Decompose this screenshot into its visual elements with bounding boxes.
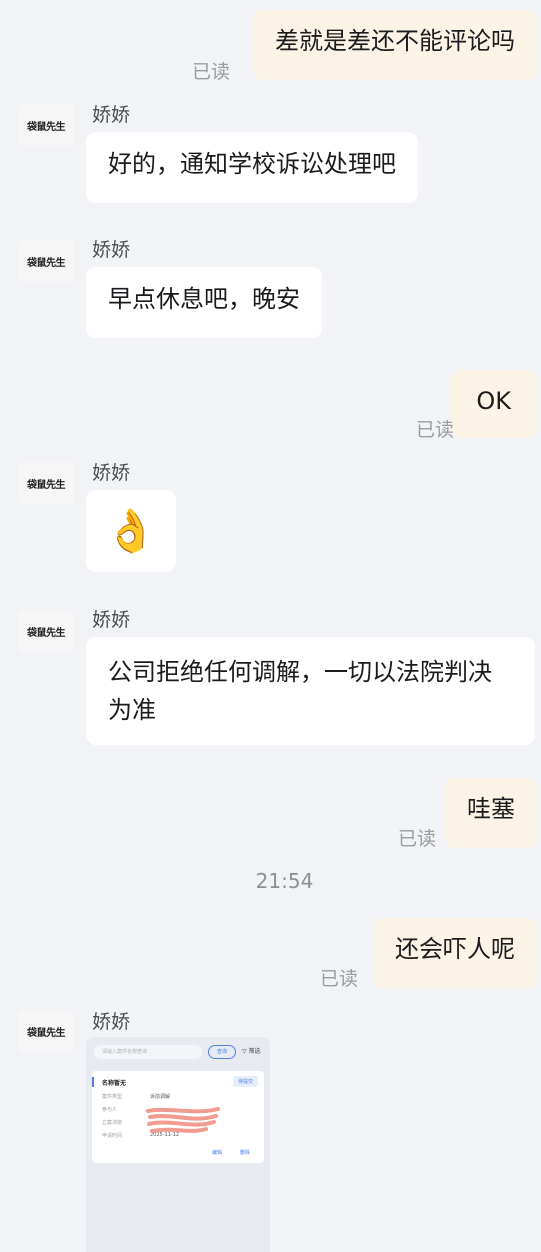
read-status: 已读 [192, 61, 231, 83]
card-title: 名称暂无 [102, 1080, 127, 1087]
card-accent [92, 1077, 94, 1087]
filter-label: 筛选 [248, 1048, 261, 1055]
message-bubble-incoming[interactable]: 公司拒绝任何调解，一切以法院判决为准 [86, 637, 535, 745]
sender-name: 娇娇 [92, 609, 131, 631]
search-input: 请输入案件名称查询 [94, 1045, 202, 1059]
filter-icon: ▽ [242, 1048, 247, 1055]
field-label: 参与人 [102, 1107, 118, 1113]
message-bubble-incoming[interactable]: 👌 [86, 490, 176, 572]
message-bubble-outgoing[interactable]: 差就是差还不能评论吗 [253, 10, 537, 80]
ok-hand-emoji: 👌 [104, 506, 158, 555]
sender-name: 娇娇 [92, 1011, 131, 1033]
image-message[interactable]: 请输入案件名称查询 查询 ▽ 筛选 名称暂无 待提交 案件类型 诉前调解 参与人… [86, 1037, 270, 1252]
timestamp: 21:54 [255, 869, 314, 893]
case-card: 名称暂无 待提交 案件类型 诉前调解 参与人 立案法院 申请时间 2025-11… [92, 1071, 264, 1163]
message-bubble-incoming[interactable]: 早点休息吧，晚安 [86, 267, 322, 338]
status-badge: 待提交 [232, 1076, 258, 1087]
message-bubble-incoming[interactable]: 好的，通知学校诉讼处理吧 [86, 132, 418, 203]
sender-name: 娇娇 [92, 462, 131, 484]
field-label: 立案法院 [102, 1120, 123, 1126]
avatar[interactable]: 袋鼠先生 [18, 610, 74, 652]
read-status: 已读 [320, 968, 359, 990]
field-label: 申请时间 [102, 1133, 123, 1139]
message-bubble-outgoing[interactable]: 哇塞 [445, 778, 537, 848]
avatar[interactable]: 袋鼠先生 [18, 240, 74, 282]
sender-name: 娇娇 [92, 104, 131, 126]
avatar[interactable]: 袋鼠先生 [18, 1010, 74, 1052]
edit-link: 编辑 [212, 1150, 223, 1156]
message-bubble-outgoing[interactable]: 还会吓人呢 [373, 918, 537, 988]
query-button: 查询 [208, 1045, 236, 1059]
read-status: 已读 [416, 419, 455, 441]
avatar[interactable]: 袋鼠先生 [18, 104, 74, 146]
field-label: 案件类型 [102, 1094, 123, 1100]
sender-name: 娇娇 [92, 239, 131, 261]
filter-button: ▽ 筛选 [242, 1045, 261, 1059]
field-value: 诉前调解 [150, 1094, 171, 1100]
read-status: 已读 [398, 828, 437, 850]
avatar[interactable]: 袋鼠先生 [18, 462, 74, 504]
message-bubble-outgoing[interactable]: OK [450, 370, 537, 438]
delete-link: 删除 [240, 1150, 251, 1156]
redaction-scribble [146, 1107, 220, 1133]
